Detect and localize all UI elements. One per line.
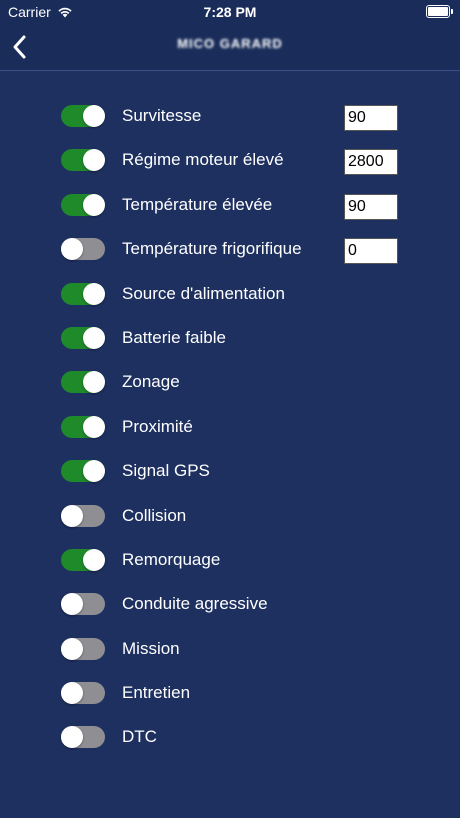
toggle-knob [83,415,105,438]
alert-toggle[interactable] [61,460,105,483]
toggle-knob [83,149,105,172]
alert-row: Température frigorifique [0,227,460,271]
alert-row: Température élevée [0,183,460,227]
alert-row: Signal GPS [0,449,460,493]
toggle-knob [83,371,105,394]
threshold-input[interactable] [344,105,398,131]
alert-toggle[interactable] [61,415,105,438]
battery-icon [426,5,453,18]
alert-row: Zonage [0,360,460,404]
nav-bar: MICO GARARD [0,24,460,71]
toggle-knob [83,326,105,349]
alert-label: Signal GPS [122,461,210,481]
alert-row: Mission [0,627,460,671]
toggle-knob [61,504,83,527]
alert-toggle[interactable] [61,371,105,394]
alert-toggle[interactable] [61,682,105,705]
alert-row: Conduite agressive [0,582,460,626]
alert-toggle[interactable] [61,504,105,527]
alert-label: Zonage [122,372,180,392]
page-title: MICO GARARD [177,36,283,51]
alert-row: Survitesse [0,94,460,138]
toggle-knob [83,282,105,305]
toggle-knob [61,726,83,749]
alert-toggle[interactable] [61,149,105,172]
alert-label: Conduite agressive [122,594,268,614]
alert-label: Mission [122,638,180,658]
alert-label: DTC [122,727,157,747]
threshold-input[interactable] [344,149,398,176]
status-bar: Carrier 7:28 PM [0,0,460,24]
alert-label: Source d'alimentation [122,283,285,303]
alert-label: Batterie faible [122,327,226,347]
alert-toggle[interactable] [61,105,105,127]
alert-toggle[interactable] [61,238,105,261]
alert-toggle[interactable] [61,637,105,660]
alert-row: Proximité [0,405,460,449]
alert-toggle[interactable] [61,193,105,216]
toggle-knob [83,193,105,216]
toggle-knob [83,460,105,483]
alert-label: Régime moteur élevé [122,150,284,170]
alert-toggle[interactable] [61,726,105,749]
alert-row: Régime moteur élevé [0,138,460,182]
alert-row: Source d'alimentation [0,272,460,316]
toggle-knob [61,637,83,660]
toggle-knob [61,682,83,705]
alert-label: Survitesse [122,106,202,125]
alert-row: Remorquage [0,538,460,582]
toggle-knob [61,238,83,261]
alert-toggle[interactable] [61,548,105,571]
toggle-knob [83,105,105,127]
alert-label: Remorquage [122,549,221,569]
alert-label: Proximité [122,416,193,436]
alert-row: Collision [0,494,460,538]
status-time: 7:28 PM [203,4,257,20]
alert-toggle[interactable] [61,326,105,349]
alert-settings-list: Survitesse Régime moteur élevé Température… [0,94,460,760]
alert-row: Batterie faible [0,316,460,360]
alert-row: DTC [0,715,460,759]
alert-label: Collision [122,505,187,525]
threshold-input[interactable] [344,193,398,220]
alert-label: Température élevée [122,194,273,214]
alert-toggle[interactable] [61,282,105,305]
alert-label: Température frigorifique [122,239,302,259]
alert-row: Entretien [0,671,460,715]
alert-toggle[interactable] [61,593,105,616]
toggle-knob [61,593,83,616]
alert-label: Entretien [122,683,191,703]
toggle-knob [83,548,105,571]
threshold-input[interactable] [344,238,398,265]
